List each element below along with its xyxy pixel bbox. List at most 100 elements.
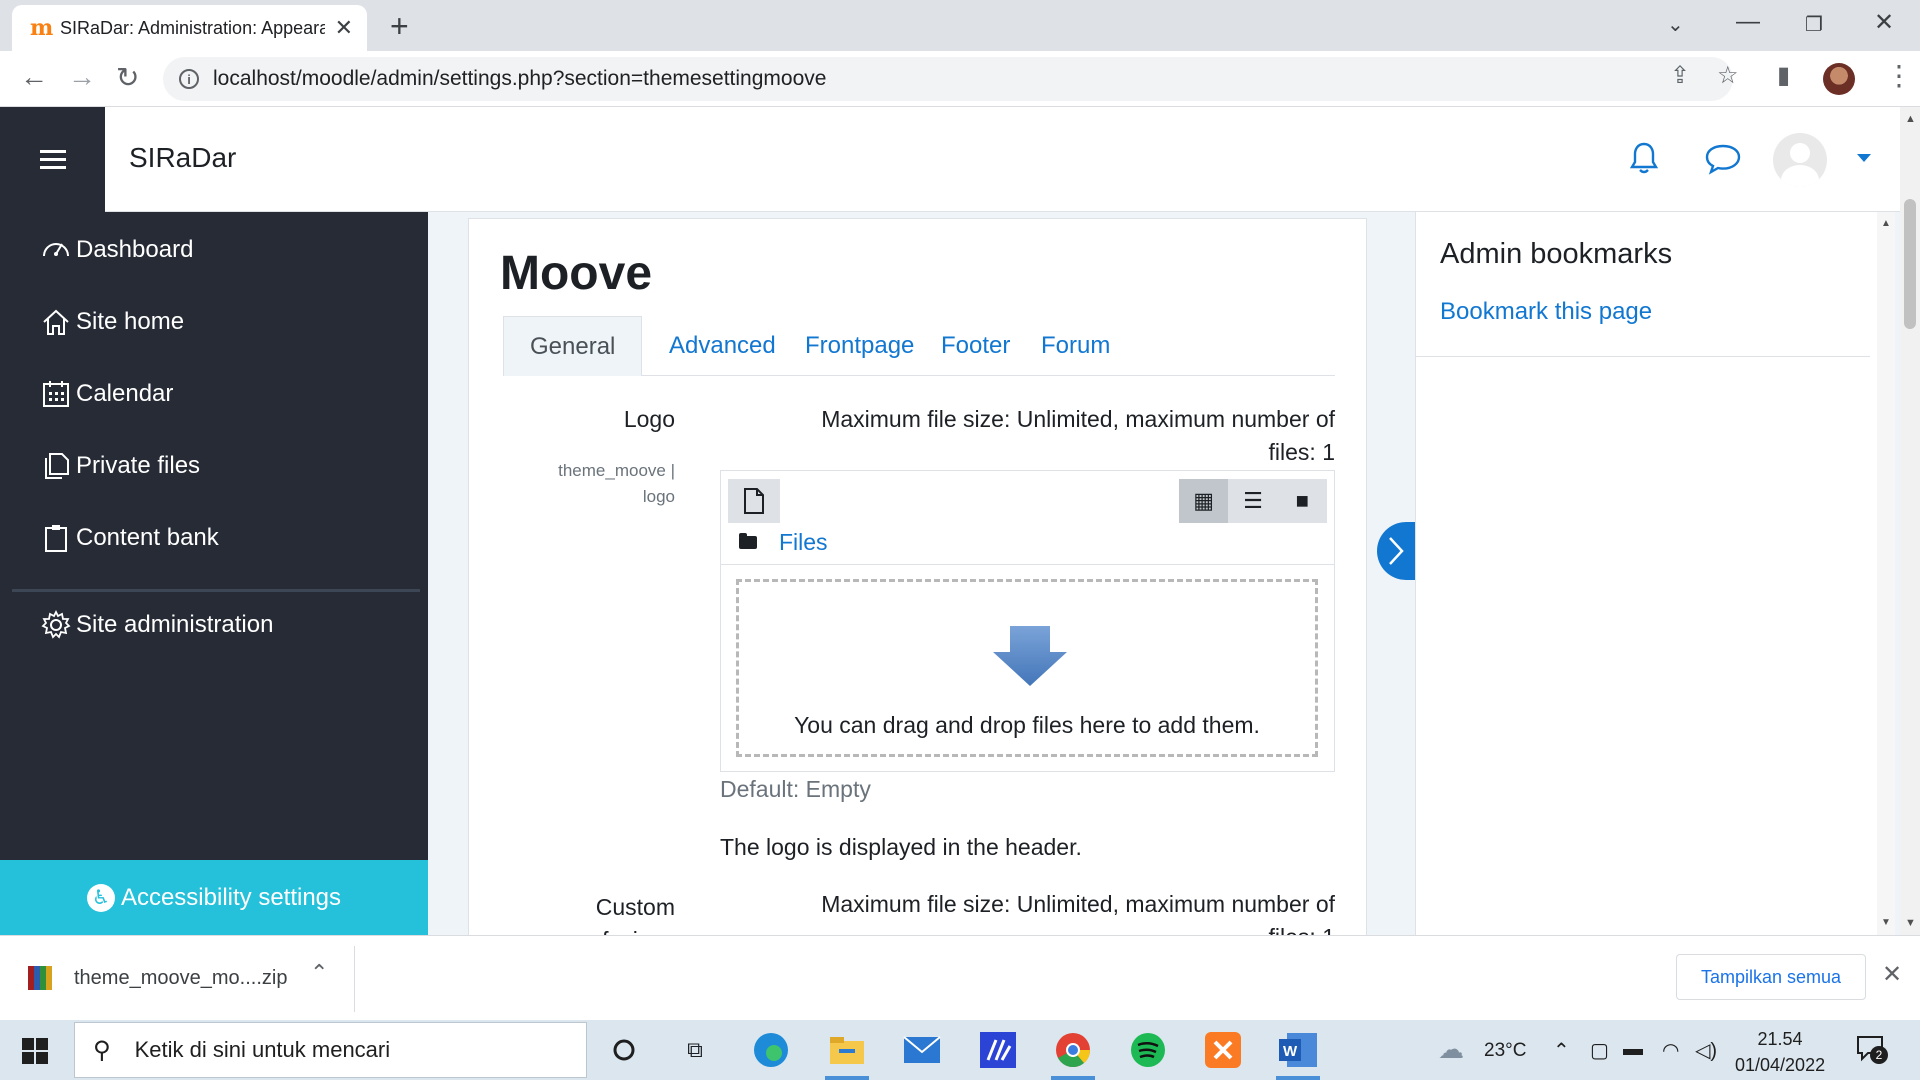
download-item[interactable]: theme_moove_mo....zip xyxy=(28,966,287,990)
browser-toolbar: ← → ↻ i localhost/moodle/admin/settings.… xyxy=(0,51,1920,107)
minimize-icon[interactable]: — xyxy=(1736,8,1760,36)
cortana-ring-icon xyxy=(613,1039,635,1061)
word-icon[interactable]: W xyxy=(1276,1028,1320,1072)
task-view-icon[interactable]: ⧉ xyxy=(673,1028,717,1072)
chevron-up-icon[interactable]: ⌃ xyxy=(310,960,328,986)
forward-icon[interactable]: → xyxy=(68,61,96,93)
restore-icon[interactable]: ❐ xyxy=(1805,12,1823,37)
svg-text:W: W xyxy=(1283,1043,1298,1060)
drawer-toggle-button[interactable] xyxy=(0,107,105,212)
nav-drawer: Dashboard Site home Calendar Private fil… xyxy=(0,212,428,935)
volume-icon[interactable]: ◁) xyxy=(1695,1038,1717,1063)
wifi-icon[interactable]: ◠ xyxy=(1662,1038,1679,1063)
clipboard-icon xyxy=(45,525,67,552)
logo-file-limits: Maximum file size: Unlimited, maximum nu… xyxy=(720,403,1335,469)
file-limits-line: Maximum file size: Unlimited, maximum nu… xyxy=(821,891,1335,917)
browser-tabstrip: m SIRaDar: Administration: Appearance ✕ … xyxy=(0,0,1920,51)
folder-icon xyxy=(739,533,757,549)
search-placeholder: Ketik di sini untuk mencari xyxy=(134,1037,391,1062)
sidebar-item-private-files[interactable]: Private files xyxy=(40,450,200,482)
home-icon xyxy=(43,309,69,335)
drawer-scroll-down-icon[interactable]: ▼ xyxy=(1881,917,1891,928)
dashboard-icon xyxy=(43,243,69,257)
view-icons-icon[interactable]: ▦ xyxy=(1179,479,1229,523)
tab-search-icon[interactable]: ⌄ xyxy=(1667,12,1684,37)
mail-icon[interactable] xyxy=(900,1028,944,1072)
messages-icon[interactable] xyxy=(1704,143,1742,175)
system-clock[interactable]: 21.54 01/04/2022 xyxy=(1735,1026,1825,1078)
sidebar-item-site-administration[interactable]: Site administration xyxy=(40,609,273,641)
drawer-scroll-up-icon[interactable]: ▲ xyxy=(1881,218,1891,229)
file-dropzone[interactable]: You can drag and drop files here to add … xyxy=(736,579,1318,757)
tab-close-icon[interactable]: ✕ xyxy=(335,15,353,41)
moodle-header: SIRaDar xyxy=(0,107,1900,212)
sidebar-item-calendar[interactable]: Calendar xyxy=(40,378,173,410)
back-icon[interactable]: ← xyxy=(20,61,48,93)
taskbar-search-input[interactable]: ⚲ Ketik di sini untuk mencari xyxy=(74,1022,587,1078)
accessibility-settings-button[interactable]: ♿ Accessibility settings xyxy=(0,860,428,935)
sidebar-item-site-home[interactable]: Site home xyxy=(40,306,184,338)
weather-temperature[interactable]: 23°C xyxy=(1484,1040,1526,1062)
meet-now-icon[interactable]: ▢ xyxy=(1590,1038,1609,1063)
chrome-logo-icon xyxy=(1056,1033,1090,1068)
battery-icon[interactable]: ▬ xyxy=(1623,1038,1643,1061)
browser-tab[interactable]: m SIRaDar: Administration: Appearance ✕ xyxy=(12,5,367,51)
setting-label-line: Custom xyxy=(595,894,675,920)
share-icon[interactable]: ⇪ xyxy=(1670,61,1690,90)
xampp-icon[interactable] xyxy=(1201,1028,1245,1072)
window-close-icon[interactable]: ✕ xyxy=(1874,8,1894,37)
file-limits-line: files: 1 xyxy=(720,921,1335,935)
site-info-icon[interactable]: i xyxy=(179,69,199,89)
moodle-favicon-icon: m xyxy=(30,15,54,41)
code-editor-icon[interactable] xyxy=(976,1028,1020,1072)
windows-taskbar: ⚲ Ketik di sini untuk mencari ⧉ W ☁ 23°C… xyxy=(0,1020,1920,1080)
edge-browser-icon[interactable] xyxy=(749,1028,793,1072)
path-label: Files xyxy=(779,529,828,555)
address-bar[interactable]: i localhost/moodle/admin/settings.php?se… xyxy=(163,57,1733,101)
logo-setting-key: theme_moove | logo xyxy=(520,458,675,510)
show-all-downloads-button[interactable]: Tampilkan semua xyxy=(1676,954,1866,1000)
gear-icon xyxy=(41,609,71,639)
tab-forum[interactable]: Forum xyxy=(1015,316,1136,376)
scroll-down-icon[interactable]: ▼ xyxy=(1905,917,1916,929)
chrome-icon[interactable] xyxy=(1051,1028,1095,1072)
scroll-up-icon[interactable]: ▲ xyxy=(1905,113,1916,125)
drawer-scrollbar[interactable]: ▲ ▼ xyxy=(1877,212,1895,935)
browser-menu-icon[interactable]: ⋮ xyxy=(1885,59,1913,92)
spotify-icon[interactable] xyxy=(1126,1028,1170,1072)
side-panel-icon[interactable]: ▮ xyxy=(1777,61,1790,90)
show-hidden-icons-icon[interactable]: ⌃ xyxy=(1553,1038,1570,1063)
sidebar-item-label: Content bank xyxy=(76,524,219,551)
site-name[interactable]: SIRaDar xyxy=(129,142,236,174)
notifications-bell-icon[interactable] xyxy=(1629,141,1659,175)
notification-center-icon[interactable]: 2 xyxy=(1856,1034,1888,1064)
clock-time: 21.54 xyxy=(1757,1029,1803,1049)
bookmark-this-page-link[interactable]: Bookmark this page xyxy=(1440,298,1652,326)
favicon-file-limits: Maximum file size: Unlimited, maximum nu… xyxy=(720,888,1335,935)
logo-setting-label: Logo xyxy=(623,406,675,432)
file-explorer-icon[interactable] xyxy=(825,1028,869,1072)
profile-avatar[interactable] xyxy=(1823,63,1855,95)
editor-logo-icon xyxy=(980,1032,1016,1068)
cortana-icon[interactable] xyxy=(602,1028,646,1072)
sidebar-item-content-bank[interactable]: Content bank xyxy=(40,522,219,554)
windows-start-icon[interactable] xyxy=(22,1038,48,1064)
scrollbar-thumb[interactable] xyxy=(1904,199,1916,329)
logo-filemanager: ▦ ☰ ■ Files You can drag and drop files … xyxy=(720,470,1335,772)
sidebar-item-label: Dashboard xyxy=(76,236,194,263)
user-avatar[interactable] xyxy=(1773,133,1827,187)
filemanager-path[interactable]: Files xyxy=(739,529,828,556)
view-list-icon[interactable]: ☰ xyxy=(1228,479,1277,523)
reload-icon[interactable]: ↻ xyxy=(116,61,139,94)
sidebar-item-dashboard[interactable]: Dashboard xyxy=(40,234,193,266)
bookmark-star-icon[interactable]: ☆ xyxy=(1717,61,1739,90)
weather-cloud-icon[interactable]: ☁ xyxy=(1438,1034,1464,1065)
add-file-button[interactable] xyxy=(728,479,780,523)
new-tab-icon[interactable]: + xyxy=(390,8,409,45)
view-tree-folder-icon[interactable]: ■ xyxy=(1278,479,1327,523)
user-menu-caret-icon[interactable] xyxy=(1857,154,1871,162)
page-scrollbar[interactable]: ▲ ▼ xyxy=(1900,107,1920,935)
tab-advanced[interactable]: Advanced xyxy=(643,316,802,376)
tab-general[interactable]: General xyxy=(503,316,643,376)
download-bar-close-icon[interactable]: ✕ xyxy=(1882,960,1902,989)
